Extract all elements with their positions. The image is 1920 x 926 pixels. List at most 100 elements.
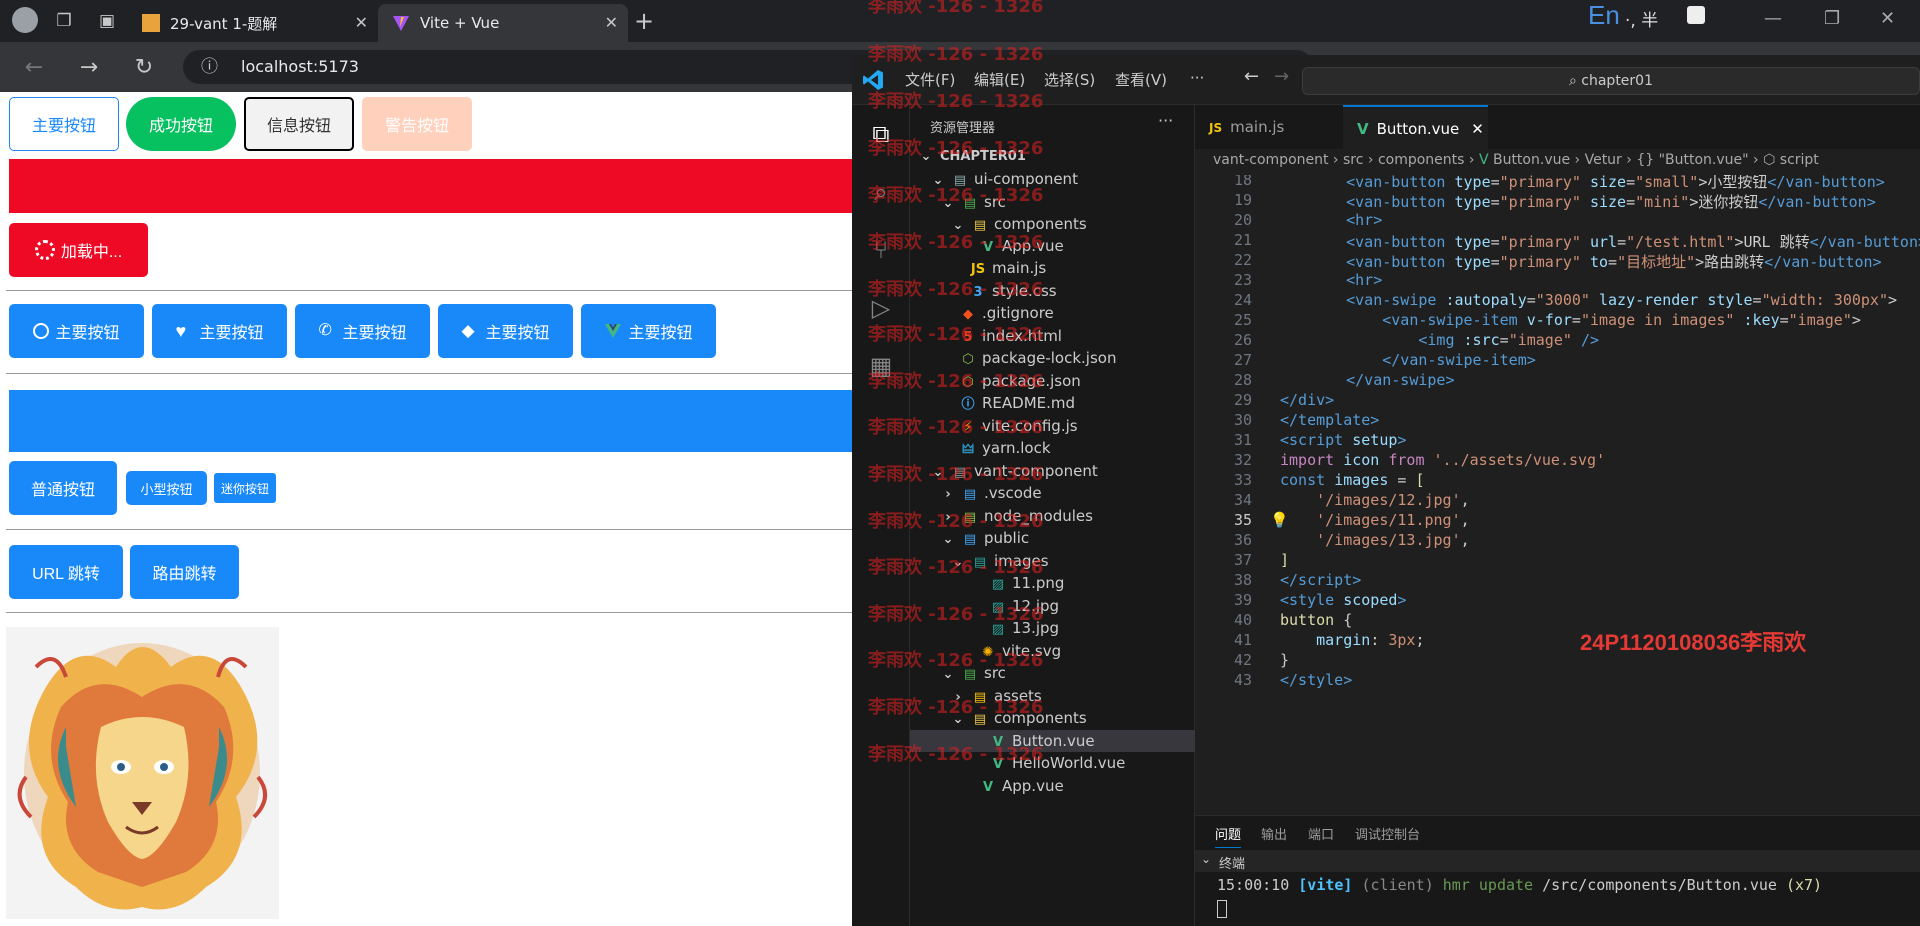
icon-button-diamond[interactable]: ◆ 主要按钮 — [438, 304, 573, 358]
ime-lang-indicator[interactable]: En — [1588, 0, 1620, 31]
terminal-output[interactable]: 15:00:10 [vite] (client) hmr update /src… — [1217, 876, 1822, 894]
tree-label: yarn.lock — [982, 439, 1051, 457]
tree-file[interactable]: 🜲 yarn.lock — [960, 437, 1051, 459]
search-icon: ⌕ — [1568, 73, 1582, 89]
nav-back-icon[interactable]: ← — [1244, 66, 1259, 87]
breadcrumb-item[interactable]: vant-component — [1213, 152, 1328, 168]
nav-forward-icon[interactable]: → — [1274, 66, 1289, 87]
icon-button-circle[interactable]: 主要按钮 — [9, 304, 144, 358]
watermark-text: 李雨欢 -126 - 1326 — [868, 417, 1044, 438]
icon-button-heart[interactable]: ♥ 主要按钮 — [152, 304, 287, 358]
swipe-image-lion[interactable] — [6, 627, 279, 919]
editor-tab-button-vue[interactable]: V Button.vue ✕ — [1343, 105, 1488, 149]
back-icon[interactable]: ← — [20, 54, 48, 82]
reload-icon[interactable]: ↻ — [130, 54, 158, 82]
forward-icon[interactable]: → — [75, 54, 103, 82]
watermark-text: 李雨欢 -126 - 1326 — [868, 557, 1044, 578]
editor-tab-main-js[interactable]: JS main.js — [1195, 105, 1340, 149]
code-area[interactable]: 18 19 20 21 22 23 24 25 26 27 28 29 30 3… — [1195, 175, 1920, 815]
line-number: 39 — [1233, 591, 1252, 609]
js-file-icon: JS — [1209, 121, 1223, 135]
explorer-more-icon[interactable]: ··· — [1158, 111, 1173, 130]
icon-button-label: 主要按钮 — [55, 325, 120, 342]
code-line: <style scoped> — [1280, 591, 1407, 609]
code-line: <van-swipe-item v-for="image in images" … — [1382, 311, 1861, 329]
tab-vant-tutorial[interactable]: 29-vant 1-题解 ✕ — [128, 4, 378, 42]
ime-mode-indicator[interactable]: ·, 半 — [1625, 6, 1658, 31]
breadcrumb-item[interactable]: Vetur — [1585, 152, 1622, 168]
tree-label: App.vue — [1002, 777, 1064, 795]
yarn-file-icon: 🜲 — [962, 442, 974, 457]
panel-tab-debug-console[interactable]: 调试控制台 — [1355, 824, 1420, 843]
watermark-text: 李雨欢 -126 - 1326 — [868, 464, 1044, 485]
success-button[interactable]: 成功按钮 — [126, 97, 236, 151]
code-line: button { — [1280, 611, 1353, 629]
tree-file[interactable]: ⬡ package-lock.json — [960, 347, 1116, 369]
code-line: import icon from '../assets/vue.svg' — [1280, 451, 1606, 469]
menu-selection[interactable]: 选择(S) — [1044, 69, 1095, 90]
close-tab-icon[interactable]: ✕ — [355, 13, 368, 32]
icon-button-phone[interactable]: ✆ 主要按钮 — [295, 304, 430, 358]
small-size-button[interactable]: 小型按钮 — [126, 471, 207, 505]
breadcrumb-item[interactable]: Button.vue — [1493, 152, 1570, 168]
terminal-header[interactable]: ⌄ 终端 — [1195, 850, 1920, 872]
maximize-icon[interactable]: ❐ — [1824, 8, 1840, 29]
line-number: 24 — [1233, 291, 1252, 309]
phone-icon: ✆ — [318, 322, 332, 339]
icon-button-vue[interactable]: 主要按钮 — [581, 304, 716, 358]
site-favicon-icon — [142, 14, 160, 32]
plain-primary-button[interactable]: 主要按钮 — [9, 97, 119, 151]
watermark-text: 李雨欢 -126 - 1326 — [868, 511, 1044, 532]
loading-button[interactable]: 加载中... — [9, 223, 148, 277]
line-number: 26 — [1233, 331, 1252, 349]
command-center-search[interactable]: ⌕ chapter01 — [1302, 67, 1920, 95]
panel-tab-ports[interactable]: 端口 — [1308, 824, 1334, 843]
line-number: 30 — [1233, 411, 1252, 429]
code-line: <van-button type="primary" size="small">… — [1346, 175, 1885, 191]
breadcrumb-item[interactable]: script — [1780, 152, 1819, 168]
watermark-text: 李雨欢 -126 - 1326 — [868, 44, 1044, 65]
site-info-icon[interactable]: ⓘ — [201, 50, 218, 84]
large-block-button[interactable] — [9, 390, 852, 452]
info-button[interactable]: 信息按钮 — [244, 97, 354, 151]
menu-view[interactable]: 查看(V) — [1115, 69, 1167, 90]
panel-tab-output[interactable]: 输出 — [1261, 824, 1287, 843]
danger-block-button[interactable] — [9, 159, 852, 213]
minimize-icon[interactable]: — — [1764, 8, 1782, 29]
line-number: 19 — [1233, 191, 1252, 209]
code-line: </script> — [1280, 571, 1362, 589]
icon-button-label: 主要按钮 — [199, 325, 264, 342]
terminal-tag: [vite] — [1298, 876, 1353, 894]
tree-file[interactable]: V App.vue — [980, 775, 1064, 797]
watermark-text: 李雨欢 -126 - 1326 — [868, 0, 1044, 17]
breadcrumb-item[interactable]: {} "Button.vue" — [1636, 152, 1748, 168]
route-jump-button[interactable]: 路由跳转 — [130, 545, 239, 599]
window-close-icon[interactable]: ✕ — [1880, 8, 1895, 29]
folder-icon: ▤ — [963, 487, 977, 502]
normal-size-button[interactable]: 普通按钮 — [9, 461, 117, 515]
workspaces-icon[interactable]: ❐ — [52, 9, 76, 33]
close-tab-icon[interactable]: ✕ — [1471, 120, 1484, 138]
breadcrumb-item[interactable]: src — [1343, 152, 1363, 168]
tree-file[interactable]: ⓘ README.md — [960, 392, 1075, 414]
watermark-text: 李雨欢 -126 - 1326 — [868, 185, 1044, 206]
menu-more[interactable]: ··· — [1190, 69, 1204, 87]
spinner-icon — [34, 240, 55, 260]
url-jump-button[interactable]: URL 跳转 — [9, 545, 123, 599]
vite-favicon-icon — [393, 16, 409, 31]
close-tab-icon[interactable]: ✕ — [605, 13, 618, 32]
new-tab-icon[interactable]: + — [632, 9, 656, 33]
warning-button-disabled[interactable]: 警告按钮 — [362, 97, 472, 151]
profile-avatar-icon[interactable] — [12, 7, 38, 33]
mini-size-button[interactable]: 迷你按钮 — [214, 473, 276, 503]
line-number: 29 — [1233, 391, 1252, 409]
tab-vite-vue[interactable]: Vite + Vue ✕ — [378, 4, 628, 42]
tab-actions-icon[interactable]: ▣ — [95, 9, 119, 33]
ime-skin-icon[interactable] — [1687, 6, 1705, 24]
panel-tab-problems[interactable]: 问题 — [1215, 824, 1242, 848]
code-line: <img :src="image" /> — [1418, 331, 1599, 349]
breadcrumb-item[interactable]: components — [1378, 152, 1465, 168]
tree-label: package-lock.json — [982, 349, 1117, 367]
code-line: '/images/11.png', — [1316, 511, 1470, 529]
line-number: 41 — [1233, 631, 1252, 649]
